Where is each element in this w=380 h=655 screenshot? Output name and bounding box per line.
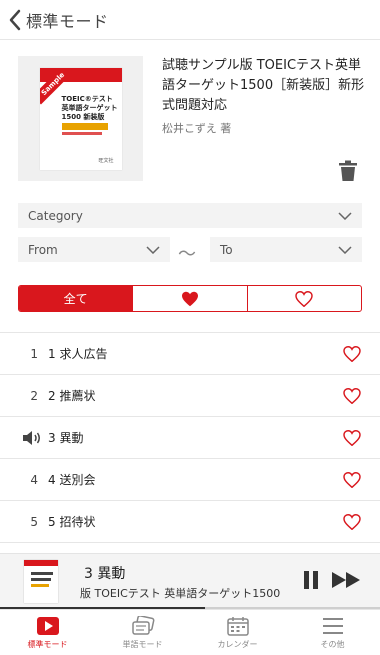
book-cover-image: Sample TOEIC®テスト 英単語ターゲット 1500 新装版 旺文社 <box>39 67 122 170</box>
tab-other[interactable]: その他 <box>285 610 380 655</box>
tab-label: 単語モード <box>122 640 163 649</box>
player-book-title: 版 TOEICテスト 英単語ターゲット1500 <box>80 587 280 600</box>
category-select[interactable]: Category <box>18 203 362 228</box>
segment-all-label: 全て <box>63 292 88 306</box>
back-label: 標準モード <box>26 11 109 31</box>
range-separator: 〜 <box>178 244 196 265</box>
to-select-label: To <box>220 242 233 257</box>
chevron-down-icon <box>146 245 160 254</box>
from-select-label: From <box>28 242 58 257</box>
tab-label: カレンダー <box>217 640 258 649</box>
segment-favorites[interactable] <box>133 286 248 311</box>
track-label: 4 送別会 <box>48 473 96 487</box>
track-label: 3 異動 <box>48 431 84 445</box>
fast-forward-button[interactable] <box>332 572 362 592</box>
heart-outline-icon[interactable] <box>343 514 361 530</box>
list-item[interactable]: 1 1 求人広告 <box>0 333 380 375</box>
player-track-title: 3 異動 <box>84 566 126 582</box>
tab-standard-mode[interactable]: 標準モード <box>0 610 95 655</box>
segment-all[interactable]: 全て <box>19 286 134 311</box>
track-label: 5 招待状 <box>48 515 96 529</box>
delete-button[interactable] <box>338 160 358 186</box>
tab-word-mode[interactable]: 単語モード <box>95 610 190 655</box>
heart-filled-icon <box>181 291 198 306</box>
chevron-down-icon <box>338 245 352 254</box>
track-number: 1 <box>30 346 38 361</box>
list-item-playing[interactable]: 3 異動 <box>0 417 380 459</box>
book-title: 試聴サンプル版 TOEICテスト英単語ターゲット1500［新装版］新形式問題対応 <box>162 58 365 113</box>
tab-calendar[interactable]: カレンダー <box>190 610 285 655</box>
favorite-filter-segmented: 全て <box>18 285 362 312</box>
list-item[interactable]: 4 4 送別会 <box>0 459 380 501</box>
mini-player[interactable]: 3 異動 版 TOEICテスト 英単語ターゲット1500 <box>0 553 380 608</box>
pause-button[interactable] <box>303 571 319 593</box>
speaker-icon <box>0 430 48 446</box>
trash-icon <box>339 160 357 181</box>
heart-outline-icon[interactable] <box>343 472 361 488</box>
bottom-tab-bar: 標準モード 単語モード カレンダー その他 <box>0 609 380 655</box>
segment-not-favorites[interactable] <box>248 286 361 311</box>
top-nav-bar: 標準モード <box>0 0 380 40</box>
track-number: 4 <box>30 472 38 487</box>
to-select[interactable]: To <box>210 237 362 262</box>
track-label: 1 求人広告 <box>48 347 108 361</box>
heart-outline-icon[interactable] <box>343 388 361 404</box>
track-number: 2 <box>30 388 38 403</box>
book-cover-frame: Sample TOEIC®テスト 英単語ターゲット 1500 新装版 旺文社 <box>18 56 143 181</box>
track-list: 1 1 求人広告 2 2 推薦状 3 異動 4 4 送別会 5 5 招待状 <box>0 332 380 543</box>
menu-icon <box>322 618 343 634</box>
fast-forward-icon <box>332 572 360 588</box>
from-select[interactable]: From <box>18 237 170 262</box>
book-author: 松井こずえ 著 <box>162 122 232 135</box>
heart-outline-icon <box>295 290 314 307</box>
calendar-icon <box>226 617 249 636</box>
chevron-down-icon <box>338 211 352 220</box>
pause-icon <box>304 571 318 589</box>
heart-outline-icon[interactable] <box>343 346 361 362</box>
back-button[interactable]: 標準モード <box>0 0 109 39</box>
player-cover-thumbnail <box>24 560 58 603</box>
heart-outline-icon[interactable] <box>343 430 361 446</box>
track-number: 5 <box>30 514 38 529</box>
list-item[interactable]: 5 5 招待状 <box>0 501 380 543</box>
cards-icon <box>131 616 154 635</box>
track-label: 2 推薦状 <box>48 389 96 403</box>
tab-label: 標準モード <box>27 640 68 649</box>
chevron-left-icon <box>9 9 21 30</box>
list-item[interactable]: 2 2 推薦状 <box>0 375 380 417</box>
play-icon <box>36 617 59 635</box>
tab-label: その他 <box>320 640 345 649</box>
category-select-label: Category <box>28 208 83 223</box>
